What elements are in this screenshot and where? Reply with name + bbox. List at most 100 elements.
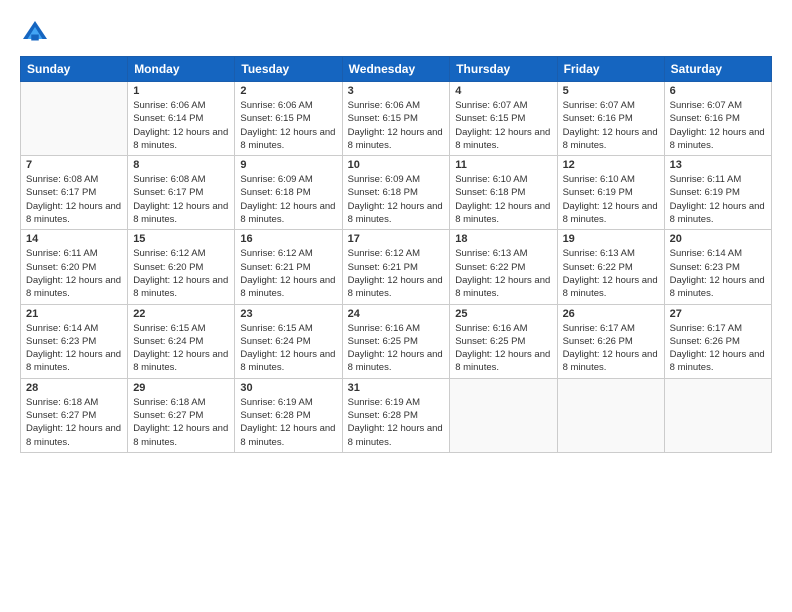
day-number: 26 [563, 308, 659, 320]
day-info: Sunrise: 6:19 AMSunset: 6:28 PMDaylight:… [240, 396, 336, 449]
day-number: 30 [240, 382, 336, 394]
logo-icon [20, 18, 50, 48]
calendar-day-cell: 15Sunrise: 6:12 AMSunset: 6:20 PMDayligh… [128, 230, 235, 304]
day-info: Sunrise: 6:09 AMSunset: 6:18 PMDaylight:… [348, 173, 445, 226]
weekday-header: Wednesday [342, 57, 450, 82]
day-number: 25 [455, 308, 551, 320]
calendar-week-row: 1 Sunrise: 6:06 AMSunset: 6:14 PMDaylight… [21, 82, 772, 156]
calendar-day-cell: 6Sunrise: 6:07 AMSunset: 6:16 PMDaylight… [664, 82, 771, 156]
day-number: 14 [26, 233, 122, 245]
day-number: 11 [455, 159, 551, 171]
day-info: Sunrise: 6:12 AMSunset: 6:21 PMDaylight:… [240, 247, 336, 300]
day-number: 7 [26, 159, 122, 171]
calendar-day-cell: 8Sunrise: 6:08 AMSunset: 6:17 PMDaylight… [128, 156, 235, 230]
calendar-day-cell [557, 378, 664, 452]
calendar-day-cell: 26 Sunrise: 6:17 AMSunset: 6:26 PMDayligh… [557, 304, 664, 378]
day-number: 3 [348, 85, 445, 97]
calendar-week-row: 14 Sunrise: 6:11 AMSunset: 6:20 PMDayligh… [21, 230, 772, 304]
calendar-day-cell [450, 378, 557, 452]
day-number: 22 [133, 308, 229, 320]
calendar-week-row: 21 Sunrise: 6:14 AMSunset: 6:23 PMDayligh… [21, 304, 772, 378]
day-number: 13 [670, 159, 766, 171]
calendar-day-cell: 7 Sunrise: 6:08 AMSunset: 6:17 PMDaylight… [21, 156, 128, 230]
weekday-header: Saturday [664, 57, 771, 82]
day-number: 18 [455, 233, 551, 245]
day-info: Sunrise: 6:17 AMSunset: 6:26 PMDaylight:… [670, 322, 766, 375]
day-info: Sunrise: 6:06 AMSunset: 6:15 PMDaylight:… [240, 99, 336, 152]
day-number: 8 [133, 159, 229, 171]
day-info: Sunrise: 6:10 AMSunset: 6:19 PMDaylight:… [563, 173, 659, 226]
calendar-day-cell: 17Sunrise: 6:12 AMSunset: 6:21 PMDayligh… [342, 230, 450, 304]
day-number: 24 [348, 308, 445, 320]
calendar-day-cell: 2 Sunrise: 6:06 AMSunset: 6:15 PMDaylight… [235, 82, 342, 156]
day-info: Sunrise: 6:18 AMSunset: 6:27 PMDaylight:… [26, 396, 122, 449]
day-number: 23 [240, 308, 336, 320]
day-number: 5 [563, 85, 659, 97]
day-info: Sunrise: 6:12 AMSunset: 6:20 PMDaylight:… [133, 247, 229, 300]
weekday-header: Monday [128, 57, 235, 82]
calendar-day-cell: 12 Sunrise: 6:10 AMSunset: 6:19 PMDayligh… [557, 156, 664, 230]
calendar-day-cell [664, 378, 771, 452]
day-info: Sunrise: 6:16 AMSunset: 6:25 PMDaylight:… [348, 322, 445, 375]
page: SundayMondayTuesdayWednesdayThursdayFrid… [0, 0, 792, 612]
calendar-day-cell: 10 Sunrise: 6:09 AMSunset: 6:18 PMDayligh… [342, 156, 450, 230]
calendar-header-row: SundayMondayTuesdayWednesdayThursdayFrid… [21, 57, 772, 82]
calendar-day-cell: 27 Sunrise: 6:17 AMSunset: 6:26 PMDayligh… [664, 304, 771, 378]
day-number: 19 [563, 233, 659, 245]
day-info: Sunrise: 6:10 AMSunset: 6:18 PMDaylight:… [455, 173, 551, 226]
day-number: 10 [348, 159, 445, 171]
day-info: Sunrise: 6:06 AMSunset: 6:14 PMDaylight:… [133, 99, 229, 152]
weekday-header: Tuesday [235, 57, 342, 82]
day-info: Sunrise: 6:19 AMSunset: 6:28 PMDaylight:… [348, 396, 445, 449]
day-info: Sunrise: 6:16 AMSunset: 6:25 PMDaylight:… [455, 322, 551, 375]
day-number: 21 [26, 308, 122, 320]
day-info: Sunrise: 6:06 AMSunset: 6:15 PMDaylight:… [348, 99, 445, 152]
calendar-day-cell: 11 Sunrise: 6:10 AMSunset: 6:18 PMDayligh… [450, 156, 557, 230]
day-number: 16 [240, 233, 336, 245]
day-info: Sunrise: 6:11 AMSunset: 6:19 PMDaylight:… [670, 173, 766, 226]
weekday-header: Friday [557, 57, 664, 82]
calendar-day-cell: 28 Sunrise: 6:18 AMSunset: 6:27 PMDayligh… [21, 378, 128, 452]
calendar-day-cell: 1 Sunrise: 6:06 AMSunset: 6:14 PMDaylight… [128, 82, 235, 156]
day-number: 28 [26, 382, 122, 394]
header [20, 18, 772, 48]
calendar-day-cell: 20 Sunrise: 6:14 AMSunset: 6:23 PMDayligh… [664, 230, 771, 304]
calendar-day-cell: 4Sunrise: 6:07 AMSunset: 6:15 PMDaylight… [450, 82, 557, 156]
day-number: 4 [455, 85, 551, 97]
calendar-day-cell: 25 Sunrise: 6:16 AMSunset: 6:25 PMDayligh… [450, 304, 557, 378]
day-info: Sunrise: 6:15 AMSunset: 6:24 PMDaylight:… [133, 322, 229, 375]
calendar-day-cell: 3 Sunrise: 6:06 AMSunset: 6:15 PMDaylight… [342, 82, 450, 156]
day-info: Sunrise: 6:15 AMSunset: 6:24 PMDaylight:… [240, 322, 336, 375]
calendar-table: SundayMondayTuesdayWednesdayThursdayFrid… [20, 56, 772, 453]
day-info: Sunrise: 6:08 AMSunset: 6:17 PMDaylight:… [26, 173, 122, 226]
calendar-day-cell: 9Sunrise: 6:09 AMSunset: 6:18 PMDaylight… [235, 156, 342, 230]
calendar-day-cell: 22 Sunrise: 6:15 AMSunset: 6:24 PMDayligh… [128, 304, 235, 378]
day-info: Sunrise: 6:09 AMSunset: 6:18 PMDaylight:… [240, 173, 336, 226]
day-info: Sunrise: 6:13 AMSunset: 6:22 PMDaylight:… [563, 247, 659, 300]
day-info: Sunrise: 6:13 AMSunset: 6:22 PMDaylight:… [455, 247, 551, 300]
calendar-day-cell: 21 Sunrise: 6:14 AMSunset: 6:23 PMDayligh… [21, 304, 128, 378]
calendar-day-cell: 23 Sunrise: 6:15 AMSunset: 6:24 PMDayligh… [235, 304, 342, 378]
calendar-day-cell [21, 82, 128, 156]
calendar-day-cell: 18 Sunrise: 6:13 AMSunset: 6:22 PMDayligh… [450, 230, 557, 304]
calendar-week-row: 28 Sunrise: 6:18 AMSunset: 6:27 PMDayligh… [21, 378, 772, 452]
day-info: Sunrise: 6:14 AMSunset: 6:23 PMDaylight:… [670, 247, 766, 300]
day-info: Sunrise: 6:14 AMSunset: 6:23 PMDaylight:… [26, 322, 122, 375]
day-info: Sunrise: 6:11 AMSunset: 6:20 PMDaylight:… [26, 247, 122, 300]
day-number: 20 [670, 233, 766, 245]
day-number: 1 [133, 85, 229, 97]
calendar-day-cell: 29 Sunrise: 6:18 AMSunset: 6:27 PMDayligh… [128, 378, 235, 452]
day-number: 29 [133, 382, 229, 394]
calendar-day-cell: 13 Sunrise: 6:11 AMSunset: 6:19 PMDayligh… [664, 156, 771, 230]
day-info: Sunrise: 6:17 AMSunset: 6:26 PMDaylight:… [563, 322, 659, 375]
calendar-day-cell: 19 Sunrise: 6:13 AMSunset: 6:22 PMDayligh… [557, 230, 664, 304]
day-number: 2 [240, 85, 336, 97]
day-number: 6 [670, 85, 766, 97]
calendar-day-cell: 30 Sunrise: 6:19 AMSunset: 6:28 PMDayligh… [235, 378, 342, 452]
weekday-header: Thursday [450, 57, 557, 82]
day-number: 12 [563, 159, 659, 171]
logo [20, 18, 54, 48]
calendar-day-cell: 24 Sunrise: 6:16 AMSunset: 6:25 PMDayligh… [342, 304, 450, 378]
day-info: Sunrise: 6:18 AMSunset: 6:27 PMDaylight:… [133, 396, 229, 449]
day-number: 27 [670, 308, 766, 320]
